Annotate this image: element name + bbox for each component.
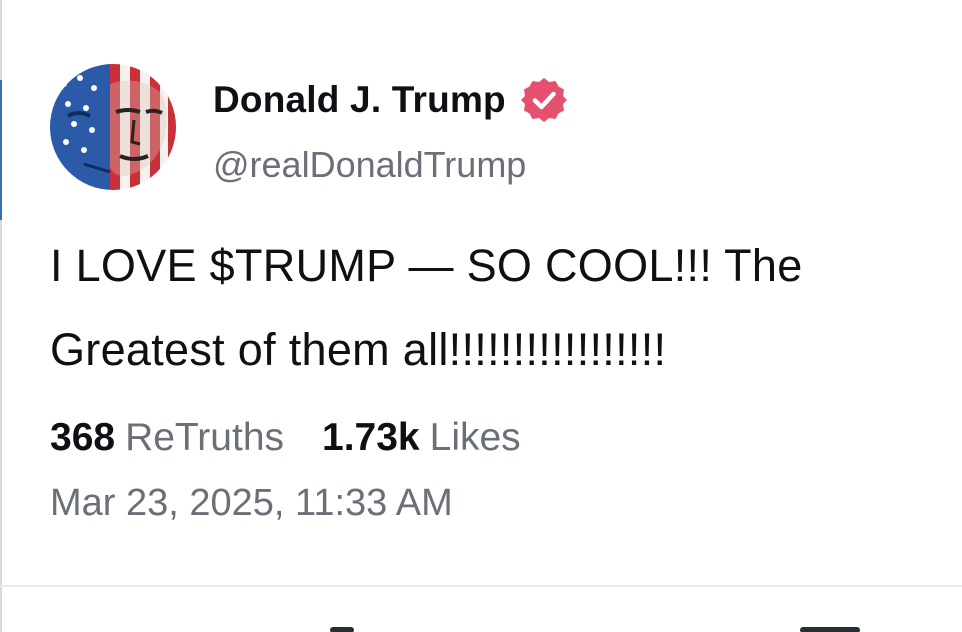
post-timestamp[interactable]: Mar 23, 2025, 11:33 AM <box>50 482 453 525</box>
likes-count: 1.73k <box>322 416 420 459</box>
verified-badge-icon <box>520 76 568 124</box>
post-text-line-2: Greatest of them all!!!!!!!!!!!!!!!!! <box>50 324 667 375</box>
post-action-bar <box>0 587 962 632</box>
post-stats: 368 ReTruths 1.73k Likes <box>50 416 521 460</box>
likes-stat[interactable]: 1.73k Likes <box>322 416 521 460</box>
author-display-name[interactable]: Donald J. Trump <box>213 79 506 121</box>
avatar-image <box>50 64 176 190</box>
author-avatar[interactable] <box>50 64 176 190</box>
post-text-line-1: I LOVE $TRUMP — SO COOL!!! The <box>50 240 803 291</box>
post-body: I LOVE $TRUMP — SO COOL!!! The Greatest … <box>50 224 950 392</box>
author-name-row: Donald J. Trump <box>213 76 568 124</box>
retruths-label: ReTruths <box>125 416 285 459</box>
likes-label: Likes <box>429 416 521 459</box>
retruths-count: 368 <box>50 416 116 459</box>
author-handle[interactable]: @realDonaldTrump <box>213 144 526 186</box>
reply-icon[interactable] <box>330 627 354 632</box>
share-icon[interactable] <box>800 627 860 632</box>
window-left-edge-accent <box>0 80 2 220</box>
retruths-stat[interactable]: 368 ReTruths <box>50 416 284 460</box>
